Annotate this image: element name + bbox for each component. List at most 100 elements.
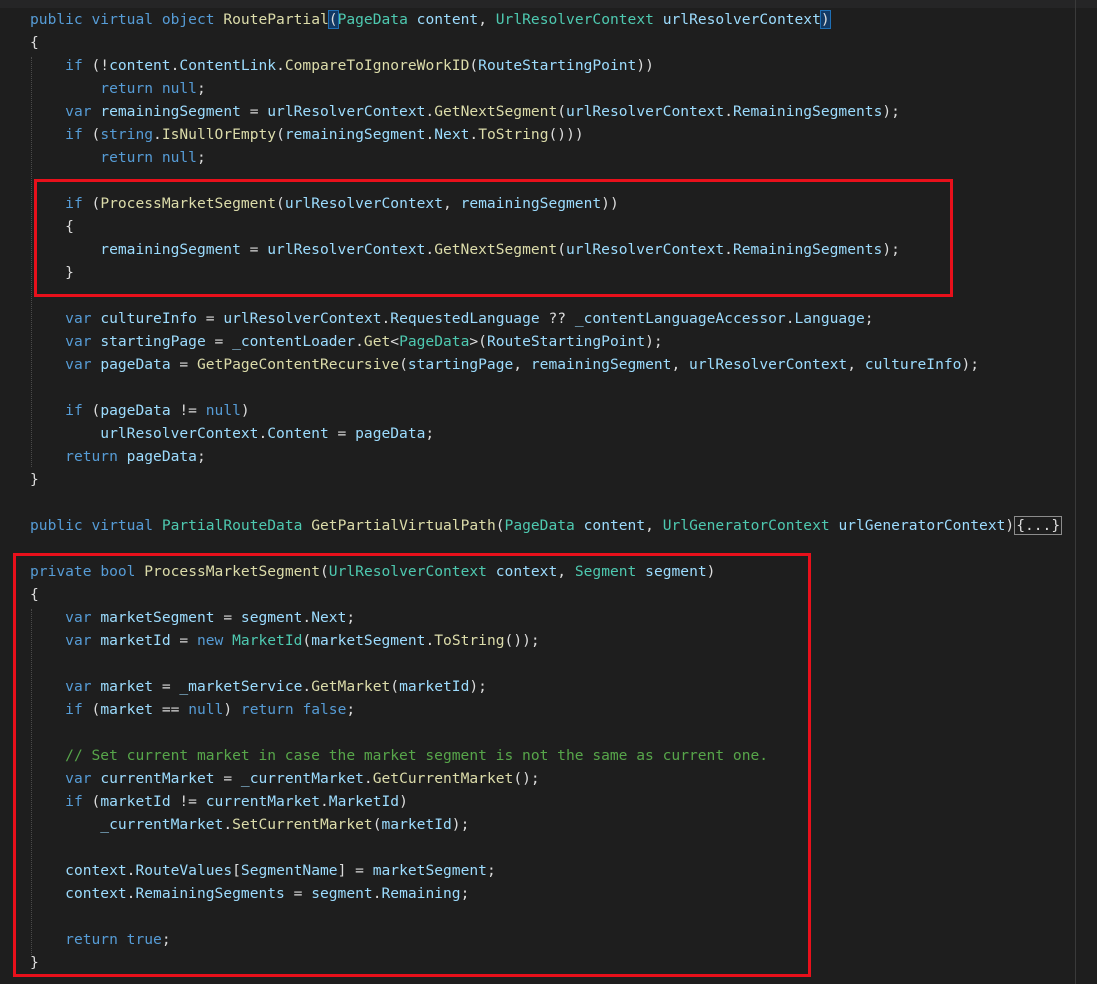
code-line[interactable]: { [30, 583, 39, 606]
code-token: _contentLoader [232, 333, 356, 350]
code-token: . [425, 632, 435, 649]
code-token: Language [794, 310, 865, 327]
code-line[interactable]: return null; [30, 146, 205, 169]
code-token: { [30, 34, 39, 51]
code-token: , [478, 11, 496, 28]
code-token: ); [451, 816, 470, 833]
code-line[interactable]: } [30, 468, 39, 491]
code-token: PageData [399, 333, 470, 350]
code-token: private [30, 563, 92, 580]
code-token: urlResolverContext [267, 241, 426, 258]
code-line[interactable]: { [30, 215, 74, 238]
code-token: RequestedLanguage [390, 310, 540, 327]
code-token: = [196, 310, 224, 327]
code-line[interactable]: } [30, 261, 74, 284]
code-token: ; [486, 862, 496, 879]
code-token: [ [232, 862, 241, 879]
code-line[interactable]: if (pageData != null) [30, 399, 250, 422]
code-token: var [65, 310, 92, 327]
code-token: content [416, 11, 479, 28]
code-line[interactable]: var market = _marketService.GetMarket(ma… [30, 675, 487, 698]
code-token: pageData [355, 425, 426, 442]
collapsed-block-indicator[interactable]: {...} [1014, 516, 1063, 535]
code-line[interactable]: var currentMarket = _currentMarket.GetCu… [30, 767, 540, 790]
code-token: CompareToIgnoreWorkID [284, 57, 470, 74]
code-line[interactable]: context.RouteValues[SegmentName] = marke… [30, 859, 496, 882]
code-token: GetNextSegment [434, 103, 558, 120]
code-token: . [724, 103, 733, 120]
code-token: segment [645, 563, 707, 580]
code-token: return [65, 931, 118, 948]
code-line[interactable]: return true; [30, 928, 170, 951]
matching-paren: ( [327, 10, 339, 29]
code-line[interactable]: var remainingSegment = urlResolverContex… [30, 100, 900, 123]
code-token: ] = [337, 862, 373, 879]
code-token: urlResolverContext [566, 103, 725, 120]
code-token: remainingSegment [460, 195, 602, 212]
code-line[interactable]: var marketSegment = segment.Next; [30, 606, 355, 629]
code-line[interactable]: private bool ProcessMarketSegment(UrlRes… [30, 560, 715, 583]
code-token: var [65, 770, 92, 787]
code-line[interactable]: _currentMarket.SetCurrentMarket(marketId… [30, 813, 469, 836]
code-token: return [240, 701, 294, 718]
code-line[interactable]: public virtual PartialRouteData GetParti… [30, 514, 1063, 537]
code-line[interactable]: var marketId = new MarketId(marketSegmen… [30, 629, 540, 652]
code-line[interactable]: public virtual object RoutePartial(PageD… [30, 8, 831, 31]
code-token: null [161, 149, 197, 166]
code-token: ProcessMarketSegment [100, 195, 277, 212]
code-line[interactable]: var pageData = GetPageContentRecursive(s… [30, 353, 979, 376]
code-token: var [65, 678, 92, 695]
code-line[interactable]: remainingSegment = urlResolverContext.Ge… [30, 238, 900, 261]
code-line[interactable]: return null; [30, 77, 205, 100]
code-token: RoutePartial [223, 11, 329, 28]
code-line[interactable]: context.RemainingSegments = segment.Rema… [30, 882, 469, 905]
code-token: IsNullOrEmpty [161, 126, 277, 143]
code-line[interactable]: if (ProcessMarketSegment(urlResolverCont… [30, 192, 619, 215]
code-line[interactable]: var cultureInfo = urlResolverContext.Req… [30, 307, 874, 330]
code-token: )) [636, 57, 654, 74]
code-token: public [30, 11, 83, 28]
code-token: pageData [126, 448, 197, 465]
code-token: context [65, 885, 127, 902]
code-token: context [65, 862, 127, 879]
code-line[interactable]: if (market == null) return false; [30, 698, 355, 721]
code-line[interactable]: // Set current market in case the market… [30, 744, 768, 767]
code-token: pageData [100, 356, 171, 373]
code-token: , [557, 563, 575, 580]
code-line[interactable]: if (marketId != currentMarket.MarketId) [30, 790, 408, 813]
code-editor[interactable]: public virtual object RoutePartial(PageD… [0, 0, 1097, 984]
code-line[interactable]: var startingPage = _contentLoader.Get<Pa… [30, 330, 663, 353]
matching-paren: ) [819, 10, 831, 29]
code-token: = [328, 425, 356, 442]
code-line[interactable]: return pageData; [30, 445, 206, 468]
code-line[interactable]: urlResolverContext.Content = pageData; [30, 422, 434, 445]
code-token: ( [320, 563, 329, 580]
code-line[interactable]: if (string.IsNullOrEmpty(remainingSegmen… [30, 123, 584, 146]
code-token: , [847, 356, 865, 373]
code-token: var [65, 632, 92, 649]
code-token: urlResolverContext [284, 195, 443, 212]
code-line[interactable]: if (!content.ContentLink.CompareToIgnore… [30, 54, 654, 77]
code-token: MarketId [232, 632, 303, 649]
code-line[interactable]: } [30, 951, 39, 974]
code-line[interactable]: { [30, 31, 39, 54]
code-token: ; [864, 310, 874, 327]
code-token: . [724, 241, 733, 258]
code-token: public [30, 517, 83, 534]
